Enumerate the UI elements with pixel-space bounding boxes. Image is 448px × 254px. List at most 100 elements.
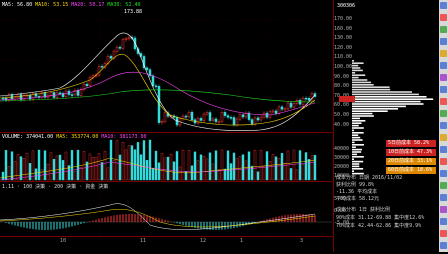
candle bbox=[284, 109, 286, 110]
macd-bar bbox=[108, 217, 109, 222]
tool-icon[interactable] bbox=[440, 206, 447, 213]
tool-icon[interactable] bbox=[440, 62, 447, 69]
volume-bar bbox=[146, 160, 148, 180]
tool-icon[interactable] bbox=[440, 230, 447, 237]
volume-bar bbox=[167, 157, 169, 180]
kline-chart-svg[interactable] bbox=[0, 0, 332, 252]
side-info-row: 成本分布 1日 获利比例 bbox=[336, 206, 390, 213]
candle bbox=[239, 115, 241, 119]
macd-bar bbox=[9, 222, 10, 224]
volume-bar bbox=[152, 168, 154, 180]
volume-bar bbox=[254, 150, 256, 180]
kline-chart-area[interactable]: MA5: 56.80 MA10: 53.15 MA20: 50.17 MA30:… bbox=[0, 0, 332, 252]
chip-bar bbox=[352, 154, 357, 156]
current-price-marker bbox=[339, 96, 355, 102]
chip-bar bbox=[352, 98, 433, 100]
volume-bar bbox=[11, 152, 13, 180]
tool-icon[interactable] bbox=[440, 218, 447, 225]
macd-bar bbox=[198, 222, 199, 228]
macd-bar bbox=[21, 222, 22, 227]
volume-bar bbox=[143, 140, 145, 180]
candle bbox=[308, 98, 310, 100]
candle bbox=[206, 113, 208, 115]
macd-bar bbox=[267, 219, 268, 222]
tool-icon[interactable] bbox=[440, 50, 447, 57]
legend-item: MA10: 53.15 bbox=[35, 2, 71, 8]
tool-icon[interactable] bbox=[440, 14, 447, 21]
candle bbox=[257, 118, 259, 120]
chip-bar bbox=[352, 91, 412, 93]
chip-bar bbox=[352, 108, 398, 110]
tool-icon[interactable] bbox=[440, 38, 447, 45]
candle bbox=[2, 98, 4, 99]
chip-bar bbox=[352, 86, 390, 88]
ma-legend: MA5: 56.80 MA10: 53.15 MA20: 50.17 MA30:… bbox=[2, 2, 141, 8]
tool-icon[interactable] bbox=[440, 122, 447, 129]
macd-bar bbox=[30, 222, 31, 229]
candle bbox=[143, 56, 145, 67]
volume-bar bbox=[101, 162, 103, 180]
vertical-scrollbar[interactable] bbox=[439, 0, 448, 252]
cost-row[interactable]: 10日前成本 47.3% bbox=[386, 149, 436, 156]
chip-bar bbox=[352, 70, 363, 72]
candle bbox=[218, 121, 220, 122]
volume-bar bbox=[188, 150, 190, 180]
macd-bar bbox=[228, 222, 229, 229]
tool-icon[interactable] bbox=[440, 86, 447, 93]
scroll-down-icon[interactable] bbox=[440, 242, 447, 249]
chip-bar bbox=[352, 67, 360, 69]
chip-bar bbox=[352, 127, 364, 129]
tool-icon[interactable] bbox=[440, 134, 447, 141]
volume-bar bbox=[71, 150, 73, 180]
scroll-up-icon[interactable] bbox=[440, 2, 447, 9]
tool-icon[interactable] bbox=[440, 182, 447, 189]
candle bbox=[209, 113, 211, 121]
tool-icon[interactable] bbox=[440, 194, 447, 201]
side-info-row: 成本分布 日期 2016/11/02 bbox=[336, 174, 402, 181]
volume-bar bbox=[161, 153, 163, 180]
candle bbox=[50, 92, 52, 95]
volume-bar bbox=[209, 153, 211, 180]
candle bbox=[224, 112, 226, 115]
macd-bar bbox=[99, 219, 100, 222]
chip-bar bbox=[352, 158, 354, 160]
tool-icon[interactable] bbox=[440, 170, 447, 177]
chip-bar bbox=[352, 163, 359, 165]
volume-bar bbox=[281, 153, 283, 180]
tool-icon[interactable] bbox=[440, 110, 447, 117]
volume-bar bbox=[302, 164, 304, 180]
chip-bar bbox=[352, 134, 358, 136]
candle bbox=[272, 111, 274, 112]
candle bbox=[119, 47, 121, 48]
volume-bar bbox=[296, 170, 298, 180]
legend-item: MA30: 52.40 bbox=[107, 2, 140, 8]
cost-row[interactable]: 5日前成本 58.2% bbox=[386, 140, 436, 147]
pane-separator bbox=[0, 236, 332, 237]
volume-bar bbox=[230, 164, 232, 180]
cost-row[interactable]: 60日前成本 18.6% bbox=[386, 167, 436, 174]
tool-icon[interactable] bbox=[440, 158, 447, 165]
tool-icon[interactable] bbox=[440, 146, 447, 153]
macd-bar bbox=[294, 214, 295, 222]
volume-bar bbox=[53, 159, 55, 180]
volume-bar bbox=[35, 169, 37, 180]
chip-bar bbox=[352, 77, 359, 79]
candle bbox=[299, 100, 301, 104]
tool-icon[interactable] bbox=[440, 74, 447, 81]
candle bbox=[302, 98, 304, 104]
stock-code: 300306 bbox=[337, 3, 355, 9]
chip-bar bbox=[352, 156, 364, 158]
macd-bar bbox=[72, 222, 73, 226]
volume-bar bbox=[59, 155, 61, 180]
tool-icon[interactable] bbox=[440, 98, 447, 105]
date-label: 10 bbox=[60, 238, 66, 244]
tool-icon[interactable] bbox=[440, 26, 447, 33]
cost-row[interactable]: 20日前成本 33.1% bbox=[386, 158, 436, 165]
chip-bar bbox=[352, 118, 360, 120]
macd-bar bbox=[192, 222, 193, 227]
legend-item: VOLUME: 374041.00 bbox=[2, 134, 56, 140]
volume-bar bbox=[23, 158, 25, 180]
macd-bar bbox=[309, 214, 310, 222]
candle bbox=[77, 90, 79, 95]
macd-bar bbox=[12, 222, 13, 225]
